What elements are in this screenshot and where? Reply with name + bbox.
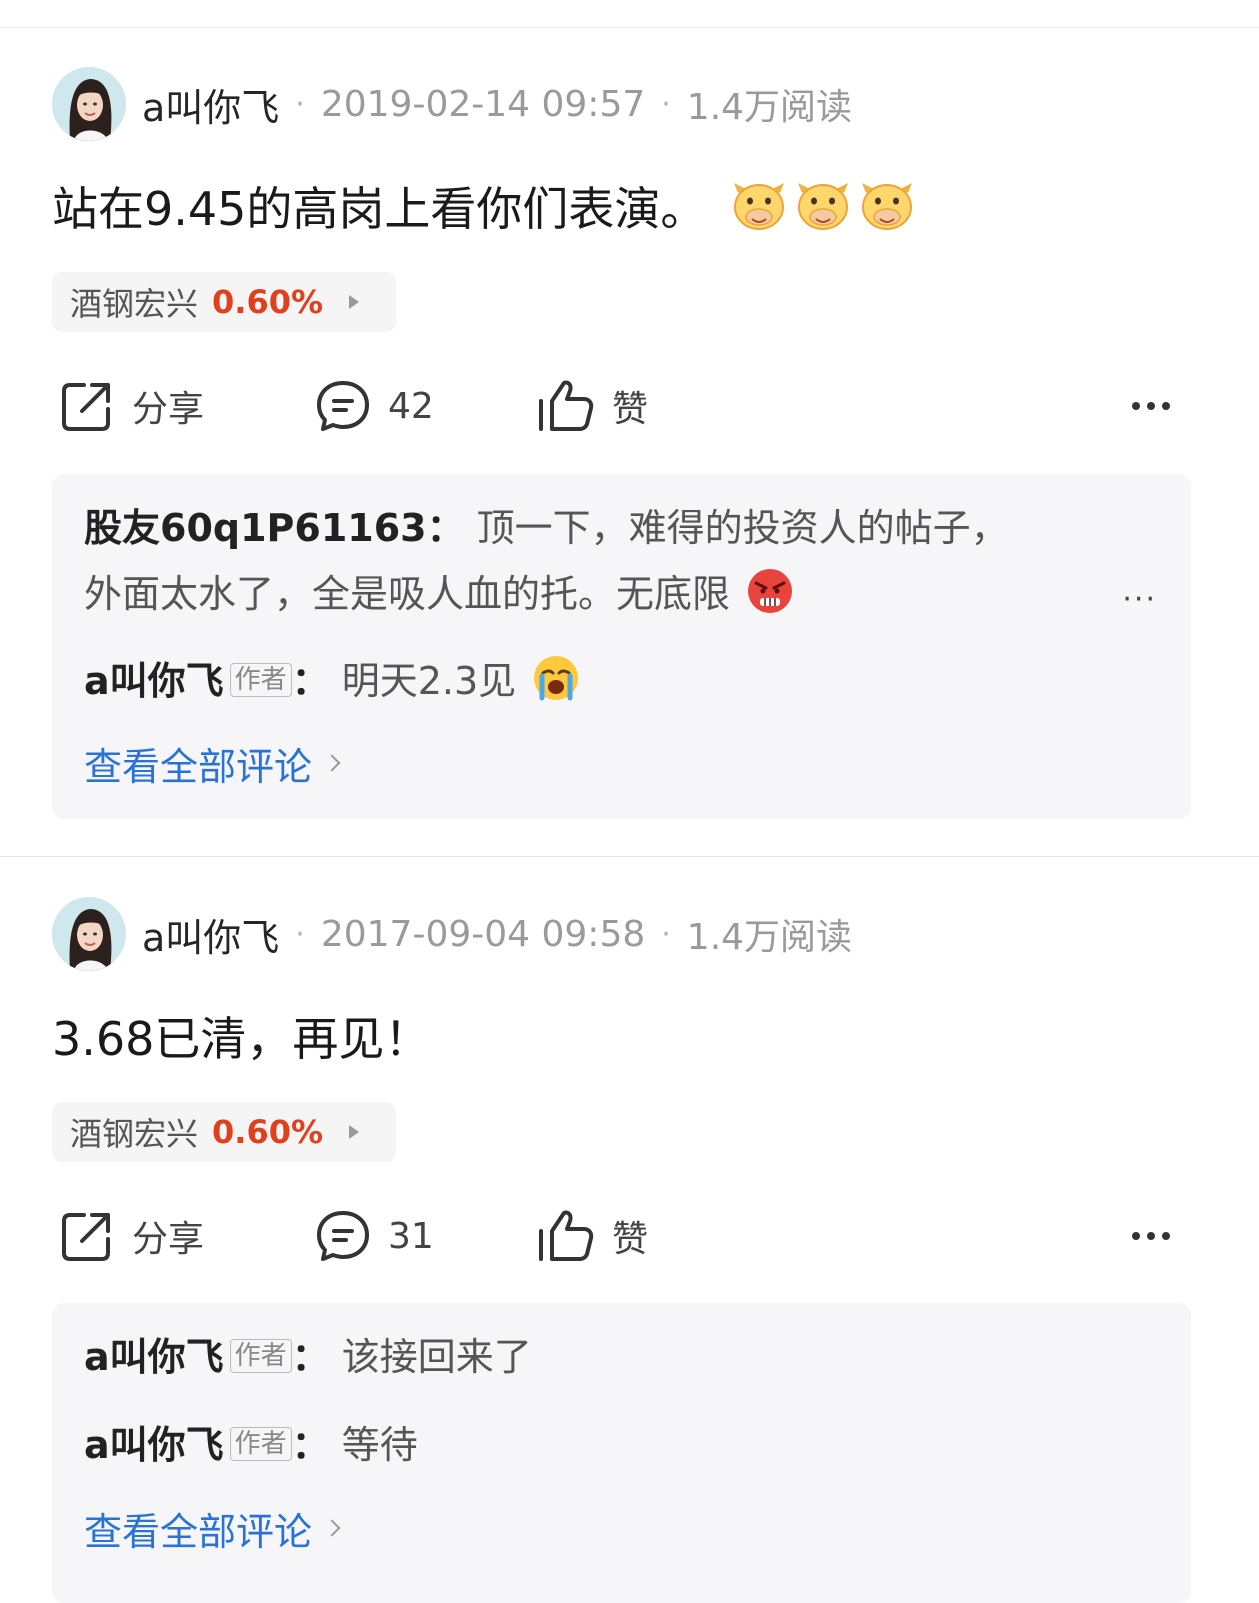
comment-colon: ： [291,659,330,703]
comment-icon [317,1211,369,1261]
cow-face-icon [862,183,913,230]
action-bar: 分享 31 赞 [0,1206,1259,1266]
view-all-comments-link[interactable]: 查看全部评论 [84,736,341,790]
meta-separator: · [661,86,671,122]
comment-colon: ： [291,1335,330,1379]
play-arrow-icon [349,295,360,309]
like-button[interactable]: 赞 [536,1206,648,1266]
comment-text: 该接回来了 [341,1335,532,1379]
post-meta: a叫你飞 · 2017-09-04 09:58 · 1.4万阅读 [52,896,852,972]
comment-item[interactable]: a叫你飞 作者：该接回来了 [84,1331,532,1383]
action-bar: 分享 42 赞 [0,376,1259,436]
thumbs-up-icon [539,1210,594,1261]
comment-button[interactable]: 42 [314,376,434,436]
more-dot-icon [1147,1232,1155,1240]
like-button[interactable]: 赞 [536,376,648,436]
stock-name: 酒钢宏兴 [70,1115,199,1153]
avatar[interactable] [52,67,126,141]
read-count: 1.4万阅读 [686,917,853,958]
play-arrow-icon [349,1125,360,1139]
share-label: 分享 [132,389,205,430]
stock-tag[interactable]: 酒钢宏兴 0.60% [52,272,396,332]
more-options-button[interactable] [1132,376,1177,436]
avatar[interactable] [52,897,126,971]
comment-user[interactable]: 股友60q1P61163 [84,506,427,550]
comment-preview-box: a叫你飞 作者：该接回来了 a叫你飞 作者：等待 查看全部评论 [52,1303,1191,1603]
comment-text: 顶一下，难得的投资人的帖子， [476,506,1009,550]
meta-separator: · [295,86,305,122]
avatar-image [52,67,126,141]
more-dot-icon [1132,1232,1140,1240]
cow-face-icon [798,183,849,230]
share-label: 分享 [132,1219,205,1260]
share-icon [62,1213,110,1261]
view-all-label: 查看全部评论 [84,1509,313,1554]
comment-user[interactable]: a叫你飞 [84,659,224,703]
comment-user[interactable]: a叫你飞 [84,1423,224,1467]
stock-name: 酒钢宏兴 [70,285,199,323]
crying-face-icon [534,656,579,701]
author-badge: 作者 [229,1339,292,1373]
comment-item-continued[interactable]: 外面太水了，全是吸人血的托。无底限 [84,567,794,620]
more-options-button[interactable] [1132,1206,1177,1266]
meta-separator: · [661,916,671,952]
comment-count: 42 [388,385,434,427]
stock-change: 0.60% [212,283,324,321]
post-text[interactable]: 3.68已清，再见！ [52,1004,430,1068]
more-dot-icon [1147,402,1155,410]
comment-preview-box: 股友60q1P61163： 顶一下，难得的投资人的帖子， 外面太水了，全是吸人血的… [52,474,1191,819]
more-dot-icon [1132,402,1140,410]
post-text-content: 3.68已清，再见！ [52,1012,431,1066]
thumbs-up-icon [539,380,594,431]
post-text-content: 站在9.45的高岗上看你们表演。 [52,182,707,236]
stock-tag[interactable]: 酒钢宏兴 0.60% [52,1102,396,1162]
meta-separator: · [295,916,305,952]
comment-text: 外面太水了，全是吸人血的托。无底限 [84,572,731,616]
comment-item[interactable]: a叫你飞 作者：等待 [84,1419,418,1471]
comment-colon: ： [426,506,465,550]
like-label: 赞 [612,1219,649,1260]
comment-item[interactable]: 股友60q1P61163： 顶一下，难得的投资人的帖子， [84,502,1009,554]
comment-text: 明天2.3见 [341,659,517,703]
share-button[interactable]: 分享 [58,1206,204,1266]
author-badge: 作者 [229,1427,292,1461]
stock-change: 0.60% [212,1113,324,1151]
post-date: 2019-02-14 09:57 [320,83,646,125]
read-count: 1.4万阅读 [686,87,853,128]
view-all-label: 查看全部评论 [84,744,313,789]
avatar-image [52,897,126,971]
share-button[interactable]: 分享 [58,376,204,436]
comment-user[interactable]: a叫你飞 [84,1335,224,1379]
comment-icon [317,381,369,431]
post-meta: a叫你飞 · 2019-02-14 09:57 · 1.4万阅读 [52,66,852,142]
view-all-comments-link[interactable]: 查看全部评论 [84,1501,341,1555]
comment-text: 等待 [341,1423,418,1467]
comment-colon: ： [291,1423,330,1467]
post-date: 2017-09-04 09:58 [320,913,646,955]
angry-face-icon [748,569,793,613]
chevron-right-icon [323,754,341,772]
comment-more-icon[interactable]: ··· [1122,582,1157,617]
like-label: 赞 [612,389,649,430]
author-name[interactable]: a叫你飞 [142,907,279,962]
comment-item[interactable]: a叫你飞 作者：明天2.3见 [84,654,580,707]
author-badge: 作者 [229,663,292,697]
more-dot-icon [1162,402,1170,410]
author-name[interactable]: a叫你飞 [142,77,279,132]
post-text[interactable]: 站在9.45的高岗上看你们表演。 [52,174,916,238]
share-icon [62,383,110,431]
comment-button[interactable]: 31 [314,1206,434,1266]
more-dot-icon [1162,1232,1170,1240]
comment-count: 31 [388,1215,434,1257]
top-divider [0,27,1259,28]
cow-face-icon [734,183,785,230]
chevron-right-icon [323,1519,341,1537]
post-divider [0,856,1259,857]
